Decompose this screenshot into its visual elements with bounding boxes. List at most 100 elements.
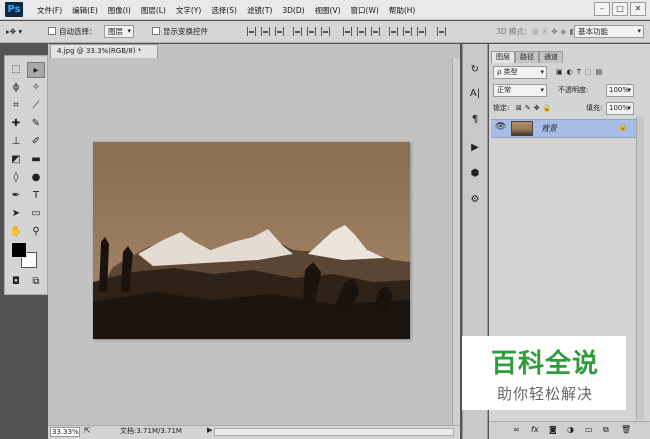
menu-filter[interactable]: 滤镜(T)	[242, 5, 277, 16]
screen-mode-icon[interactable]: ⧉	[27, 274, 45, 290]
distribute-top-icon[interactable]	[343, 27, 352, 36]
document-canvas[interactable]	[93, 142, 410, 339]
brush-icon[interactable]: ✎	[27, 116, 45, 132]
menu-select[interactable]: 选择(S)	[206, 5, 242, 16]
auto-align-icon[interactable]	[437, 27, 446, 36]
shape-icon[interactable]: ▭	[27, 206, 45, 222]
align-buttons	[247, 27, 446, 36]
distribute-left-icon[interactable]	[389, 27, 398, 36]
character-panel-icon[interactable]: A|	[466, 86, 484, 102]
blend-mode-dropdown[interactable]: 正常	[493, 84, 547, 97]
menu-layer[interactable]: 图层(L)	[136, 5, 171, 16]
path-select-icon[interactable]: ➤	[7, 206, 25, 222]
gradient-icon[interactable]: ▬	[27, 152, 45, 168]
lock-icons[interactable]: ⊠✎✥🔒	[516, 102, 554, 114]
link-icon[interactable]: ∞	[513, 425, 520, 434]
menu-help[interactable]: 帮助(H)	[384, 5, 421, 16]
menu-image[interactable]: 图像(I)	[103, 5, 136, 16]
share-icon[interactable]: ⇱	[84, 426, 91, 435]
document-info: 文档:3.71M/3.71M	[120, 427, 182, 435]
distribute-hcenter-icon[interactable]	[403, 27, 412, 36]
auto-select-option[interactable]: 自动选择：	[48, 25, 97, 39]
3d-panel-icon[interactable]: ⬢	[466, 166, 484, 182]
3d-tool-icons[interactable]: ◎☉✥◈◧	[532, 25, 579, 39]
foreground-color-top[interactable]	[11, 242, 27, 258]
hand-icon[interactable]: ✋	[7, 224, 25, 240]
visibility-eye-icon[interactable]: 👁	[495, 122, 506, 132]
tab-paths[interactable]: 路径	[515, 51, 539, 63]
menu-type[interactable]: 文字(Y)	[171, 5, 206, 16]
menu-file[interactable]: 文件(F)	[32, 5, 67, 16]
crop-icon[interactable]: ⌗	[7, 98, 25, 114]
type-icon[interactable]: T	[27, 188, 45, 204]
lasso-icon[interactable]: ϕ	[7, 80, 25, 96]
marquee-icon[interactable]: ⬚	[7, 62, 25, 78]
new-layer-icon[interactable]: ⧉	[603, 425, 609, 435]
vertical-scrollbar[interactable]	[452, 58, 460, 425]
auto-select-label: 自动选择：	[59, 27, 97, 36]
blur-icon[interactable]: ◊	[7, 170, 25, 186]
auto-select-dropdown[interactable]: 图层	[104, 25, 134, 39]
close-button[interactable]: ✕	[630, 2, 646, 16]
paragraph-panel-icon[interactable]: ¶	[466, 112, 484, 128]
show-transform-option[interactable]: 显示变换控件	[152, 25, 208, 39]
quick-mask-icon[interactable]: ◘	[7, 274, 25, 290]
folder-icon[interactable]: ▭	[585, 425, 593, 434]
healing-icon[interactable]: ✚	[7, 116, 25, 132]
fx-icon[interactable]: fx	[531, 425, 539, 434]
history-brush-icon[interactable]: ✐	[27, 134, 45, 150]
align-left-icon[interactable]	[293, 27, 302, 36]
tab-layers[interactable]: 图层	[491, 51, 515, 63]
actions-panel-icon[interactable]: ▶	[466, 140, 484, 156]
minimize-button[interactable]: –	[594, 2, 610, 16]
align-hcenter-icon[interactable]	[307, 27, 316, 36]
restore-button[interactable]: □	[612, 2, 628, 16]
auto-select-checkbox[interactable]	[48, 27, 56, 35]
menu-3d[interactable]: 3D(D)	[277, 6, 309, 15]
workspace-switcher[interactable]: 基本功能	[574, 25, 644, 39]
filter-icons[interactable]: ▣◐T⬚▤	[556, 66, 606, 78]
window-controls: – □ ✕	[594, 2, 646, 16]
stamp-icon[interactable]: ⊥	[7, 134, 25, 150]
history-panel-icon[interactable]: ↻	[466, 62, 484, 78]
kind-filter-value[interactable]: ρ 类型	[493, 66, 547, 79]
adjustment-icon[interactable]: ◑	[567, 425, 574, 434]
trash-icon[interactable]: 🗑	[621, 425, 631, 434]
auto-select-value[interactable]: 图层	[104, 25, 134, 38]
align-vcenter-icon[interactable]	[261, 27, 270, 36]
fill-value[interactable]: 100%	[606, 102, 634, 115]
magic-wand-icon[interactable]: ✧	[27, 80, 45, 96]
tab-channels[interactable]: 通道	[539, 51, 563, 63]
status-menu-arrow-icon[interactable]: ▶	[207, 426, 212, 434]
opacity-field[interactable]: 100%	[606, 84, 634, 97]
move-icon[interactable]: ▸	[27, 62, 45, 78]
layer-name[interactable]: 背景	[541, 123, 557, 134]
align-right-icon[interactable]	[321, 27, 330, 36]
mask-icon[interactable]: ◙	[549, 425, 557, 434]
distribute-bottom-icon[interactable]	[371, 27, 380, 36]
dodge-icon[interactable]: ●	[27, 170, 45, 186]
pen-icon[interactable]: ✒	[7, 188, 25, 204]
menu-window[interactable]: 窗口(W)	[346, 5, 384, 16]
document-tab[interactable]: 4.jpg @ 33.3%(RGB/8) *	[50, 44, 158, 58]
eraser-icon[interactable]: ◩	[7, 152, 25, 168]
distribute-vcenter-icon[interactable]	[357, 27, 366, 36]
move-tool-preset-icon[interactable]: ▸✥ ▾	[6, 25, 22, 39]
workspace-value[interactable]: 基本功能	[574, 25, 644, 38]
fill-field[interactable]: 100%	[606, 102, 634, 115]
zoom-field[interactable]: 33.33%	[50, 427, 80, 437]
kind-filter-dropdown[interactable]: ρ 类型	[493, 66, 547, 79]
eyedropper-icon[interactable]: ⟋	[27, 98, 45, 114]
align-bottom-icon[interactable]	[275, 27, 284, 36]
zoom-icon[interactable]: ⚲	[27, 224, 45, 240]
blend-mode-value[interactable]: 正常	[493, 84, 547, 97]
align-top-icon[interactable]	[247, 27, 256, 36]
opacity-value[interactable]: 100%	[606, 84, 634, 97]
horizontal-scrollbar[interactable]	[214, 428, 454, 436]
properties-panel-icon[interactable]: ⚙	[466, 192, 484, 208]
menu-view[interactable]: 视图(V)	[310, 5, 346, 16]
menu-edit[interactable]: 编辑(E)	[67, 5, 103, 16]
layers-scrollbar[interactable]	[636, 117, 644, 420]
distribute-right-icon[interactable]	[417, 27, 426, 36]
show-transform-checkbox[interactable]	[152, 27, 160, 35]
